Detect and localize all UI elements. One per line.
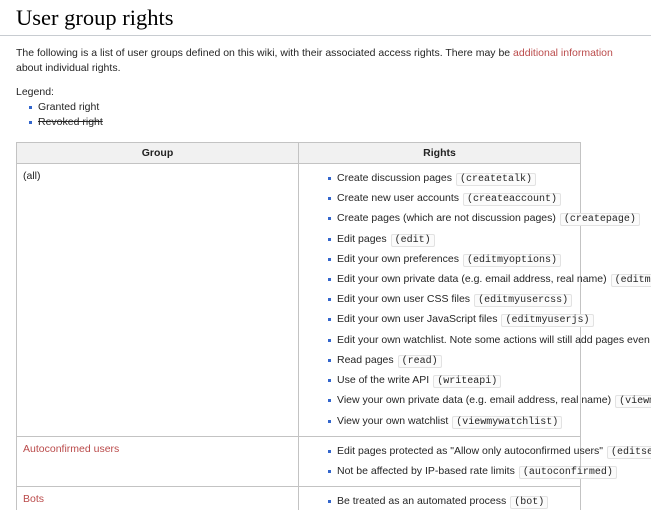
intro-paragraph: The following is a list of user groups d… — [16, 46, 635, 76]
right-code-name: (writeapi) — [433, 375, 502, 389]
right-item: Create new user accounts (createaccount) — [328, 189, 574, 209]
right-description: Edit your own user CSS files — [337, 293, 471, 306]
right-description: Create discussion pages — [337, 172, 452, 185]
right-code-name: (read) — [397, 354, 442, 368]
right-description: View your own private data (e.g. email a… — [337, 394, 612, 407]
right-item: Create pages (which are not discussion p… — [328, 209, 640, 229]
legend-label: Legend: — [16, 85, 54, 98]
table-header-row: Group Rights — [16, 142, 581, 165]
rights-cell: Create discussion pages (createtalk) Creat… — [298, 163, 651, 437]
right-code-name: (createaccount) — [462, 193, 561, 207]
right-code-name: (viewmyprivateinfo) — [615, 395, 651, 409]
table-row: (all) Create discussion pages (createtalk)… — [16, 163, 651, 437]
right-description: Create new user accounts — [337, 192, 459, 205]
right-code-name: (editmyusercss) — [474, 294, 573, 308]
column-header-group: Group — [16, 142, 299, 165]
right-description: Edit your own user JavaScript files — [337, 313, 498, 326]
right-description: Edit your own watchlist. Note some actio… — [337, 333, 651, 346]
right-code-name: (editmyprivateinfo) — [610, 274, 651, 288]
right-description: Use of the write API — [337, 374, 430, 387]
page-title: User group rights — [0, 0, 651, 37]
right-item: View your own watchlist (viewmywatchlist) — [328, 412, 574, 432]
table-body: (all) Create discussion pages (createtalk)… — [16, 163, 651, 510]
right-item: Edit your own user JavaScript files (edit… — [328, 310, 594, 330]
page-root: SAMPLE.COM User group rights The followi… — [0, 0, 651, 510]
rights-list: Be treated as an automated process(bot)E… — [305, 492, 574, 510]
table-row: Bots(list of members) Be treated as an au… — [16, 486, 581, 510]
rights-list: Edit pages protected as "Allow only auto… — [305, 442, 651, 482]
right-item: Use of the write API (writeapi) — [328, 371, 574, 391]
right-item: Edit your own watchlist. Note some actio… — [328, 331, 651, 351]
right-description: Not be affected by IP-based rate limits — [337, 464, 515, 477]
right-code-name: (createpage) — [559, 213, 640, 227]
right-code-name: (editmyoptions) — [462, 253, 561, 267]
right-item: Edit pages (edit) — [328, 230, 574, 250]
right-code-name: (editmyuserjs) — [501, 314, 594, 328]
right-item: Edit your own user CSS files (editmyuserc… — [328, 290, 574, 310]
intro-text-before: The following is a list of user groups d… — [16, 47, 514, 60]
right-description: Edit your own private data (e.g. email a… — [337, 273, 607, 286]
legend-list: Granted right Revoked right — [16, 100, 635, 132]
legend-revoked-text: Revoked right — [38, 116, 103, 129]
table-row: Autoconfirmed users Edit pages protected … — [16, 435, 651, 488]
additional-information-link[interactable]: additional information — [513, 47, 613, 59]
group-name-link[interactable]: Autoconfirmed users — [23, 442, 292, 457]
right-code-name: (editsemiprotected) — [607, 445, 651, 459]
right-code-name: (bot) — [510, 496, 549, 510]
right-description: Edit your own preferences — [337, 252, 459, 265]
group-cell: Bots(list of members) — [16, 486, 299, 510]
right-description: Edit pages — [337, 232, 387, 245]
right-code-name: (viewmywatchlist) — [452, 415, 563, 429]
right-code-name: (createtalk) — [455, 173, 536, 187]
right-code-name: (autoconfirmed) — [518, 465, 617, 479]
group-cell: (all) — [16, 163, 299, 437]
right-item: Edit your own private data (e.g. email a… — [328, 270, 651, 290]
table-head: Group Rights — [16, 142, 581, 165]
column-header-rights: Rights — [298, 142, 581, 165]
right-code-name: (edit) — [390, 233, 435, 247]
right-item: View your own private data (e.g. email a… — [328, 391, 651, 411]
legend-granted-text: Granted right — [38, 100, 100, 113]
right-item: Be treated as an automated process (bot) — [328, 492, 574, 510]
right-item: Not be affected by IP-based rate limits(… — [328, 462, 617, 482]
group-cell: Autoconfirmed users — [16, 435, 299, 488]
rights-list: Create discussion pages (createtalk) Creat… — [305, 169, 651, 432]
right-item: Edit pages protected as "Allow only auto… — [328, 442, 651, 462]
rights-cell: Edit pages protected as "Allow only auto… — [298, 435, 651, 488]
right-description: Read pages — [337, 353, 394, 366]
group-name-link[interactable]: Bots — [23, 492, 292, 507]
right-description: Create pages (which are not discussion p… — [337, 212, 556, 225]
rights-cell: Be treated as an automated process(bot)E… — [298, 486, 581, 510]
legend-item-revoked: Revoked right — [29, 115, 635, 131]
right-item: Read pages (read) — [328, 351, 574, 371]
legend-item-granted: Granted right — [29, 100, 635, 116]
content-body: The following is a list of user groups d… — [0, 46, 651, 510]
user-group-rights-table: Group Rights (all) Create discussion page… — [16, 142, 651, 510]
right-description: Edit pages protected as "Allow only auto… — [337, 444, 604, 457]
right-description: View your own watchlist — [337, 414, 449, 427]
right-item: Create discussion pages (createtalk) — [328, 169, 574, 189]
group-name-label: (all) — [23, 170, 41, 183]
right-item: Edit your own preferences (editmyoptions) — [328, 250, 574, 270]
right-description: Be treated as an automated process — [337, 495, 507, 508]
intro-text-after: about individual rights. — [16, 62, 121, 75]
